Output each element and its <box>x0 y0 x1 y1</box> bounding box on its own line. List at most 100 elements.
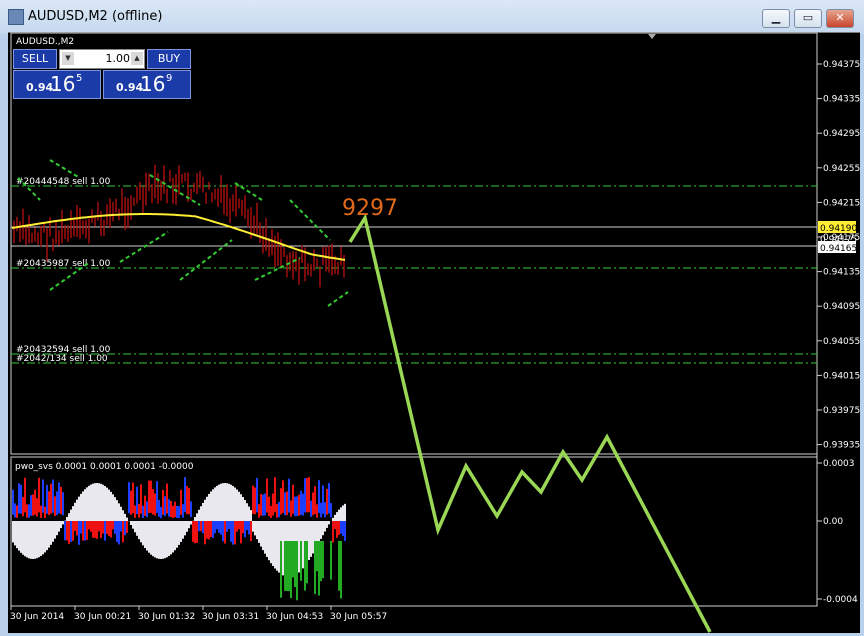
ask-price-button[interactable]: 0.94 16 9 <box>103 70 191 99</box>
histogram-bar-green <box>338 541 340 591</box>
histogram-bar-white <box>108 489 110 521</box>
histogram-bar <box>254 487 256 515</box>
histogram-bar <box>182 504 184 518</box>
histogram-bar-white <box>274 521 276 569</box>
histogram-bar <box>88 521 90 530</box>
buy-button[interactable]: BUY <box>147 49 191 69</box>
histogram-bar-white <box>94 483 96 521</box>
histogram-bar-white <box>214 487 216 521</box>
histogram-bar <box>176 505 178 518</box>
histogram-bar <box>36 498 38 517</box>
histogram-bar-green <box>314 541 316 594</box>
histogram-bar-white <box>278 521 280 573</box>
histogram-bar-white <box>232 485 234 521</box>
histogram-bar-green <box>292 541 294 578</box>
histogram-bar <box>238 521 240 530</box>
histogram-bar <box>308 477 310 513</box>
histogram-bar-white <box>160 521 162 559</box>
histogram-bar <box>272 493 274 516</box>
histogram-bar-green <box>296 541 298 601</box>
histogram-bar <box>258 504 260 518</box>
histogram-bar <box>28 504 30 518</box>
histogram-bar <box>32 494 34 516</box>
histogram-bar-white <box>310 521 312 557</box>
histogram-bar <box>334 521 336 530</box>
histogram-bar-white <box>86 487 88 521</box>
histogram-bar-white <box>200 506 202 521</box>
price-tick-label: 0.94095 <box>823 302 860 312</box>
lot-size-field[interactable]: ▼ 1.00 ▲ <box>59 49 145 69</box>
histogram-bar-white <box>132 521 134 529</box>
histogram-bar-white <box>318 521 320 543</box>
histogram-bar-white <box>114 497 116 521</box>
histogram-bar-white <box>228 483 230 521</box>
projection-annotation: 9297 <box>342 196 398 221</box>
histogram-bar-white <box>194 517 196 521</box>
histogram-bar-white <box>100 483 102 521</box>
time-tick-label: 30 Jun 2014 <box>10 612 64 622</box>
histogram-bar <box>344 521 346 541</box>
histogram-bar <box>158 499 160 517</box>
histogram-bar <box>332 521 334 543</box>
histogram-bar <box>328 483 330 514</box>
histogram-bar <box>262 494 264 516</box>
histogram-bar <box>196 521 198 543</box>
histogram-bar <box>100 521 102 539</box>
histogram-bar-white <box>240 494 242 521</box>
histogram-bar-green <box>340 541 342 599</box>
order-level-label: #2042/134 sell 1.00 <box>16 354 108 364</box>
histogram-bar <box>178 506 180 519</box>
histogram-bar-white <box>144 521 146 549</box>
histogram-bar-white <box>154 521 156 558</box>
histogram-bar-white <box>178 521 180 545</box>
sell-button[interactable]: SELL <box>13 49 57 69</box>
histogram-bar-white <box>14 521 16 546</box>
histogram-bar <box>136 486 138 515</box>
histogram-bar-white <box>20 521 22 553</box>
histogram-bar <box>284 492 286 516</box>
histogram-bar-white <box>98 483 100 521</box>
histogram-bar <box>84 521 86 541</box>
histogram-bar <box>30 495 32 516</box>
histogram-bar-white <box>50 521 52 545</box>
histogram-bar <box>230 521 232 542</box>
lot-decrease-icon[interactable]: ▼ <box>62 52 74 65</box>
histogram-bar <box>54 496 56 517</box>
price-label-3: 0.94165 <box>820 244 857 254</box>
histogram-bar-white <box>344 503 346 521</box>
histogram-bar-white <box>270 521 272 564</box>
histogram-bar-white <box>172 521 174 553</box>
histogram-bar-green <box>304 541 306 591</box>
histogram-bar-white <box>282 521 284 576</box>
histogram-bar <box>186 485 188 514</box>
histogram-bar-green <box>294 541 296 587</box>
histogram-bar-white <box>44 521 46 553</box>
price-tick-label: 0.94375 <box>823 60 860 70</box>
histogram-bar-white <box>146 521 148 551</box>
histogram-bar-white <box>24 521 26 557</box>
histogram-bar-white <box>298 521 300 573</box>
histogram-bar <box>312 492 314 516</box>
histogram-bar <box>172 505 174 518</box>
histogram-bar-white <box>66 516 68 521</box>
chart-symbol-label: AUDUSD.,M2 <box>16 37 74 47</box>
lot-increase-icon[interactable]: ▲ <box>131 52 143 65</box>
histogram-bar-white <box>180 521 182 542</box>
histogram-bar <box>310 500 312 517</box>
histogram-bar <box>156 481 158 514</box>
time-tick-label: 30 Jun 03:31 <box>202 612 259 622</box>
bid-price-button[interactable]: 0.94 16 5 <box>13 70 101 99</box>
time-tick-label: 30 Jun 00:21 <box>74 612 131 622</box>
histogram-bar <box>46 484 48 514</box>
one-click-trading-panel: SELL ▼ 1.00 ▲ BUY 0.94 16 5 0.94 16 9 <box>13 49 191 99</box>
histogram-bar <box>118 521 120 545</box>
histogram-bar <box>134 505 136 518</box>
histogram-bar <box>56 491 58 516</box>
histogram-bar <box>252 485 254 514</box>
histogram-bar <box>200 521 202 532</box>
histogram-bar-white <box>324 521 326 532</box>
histogram-bar <box>280 488 282 515</box>
histogram-bar-white <box>116 500 118 521</box>
order-level-label: #20435987 sell 1.00 <box>16 259 111 269</box>
histogram-bar-green <box>320 541 322 582</box>
